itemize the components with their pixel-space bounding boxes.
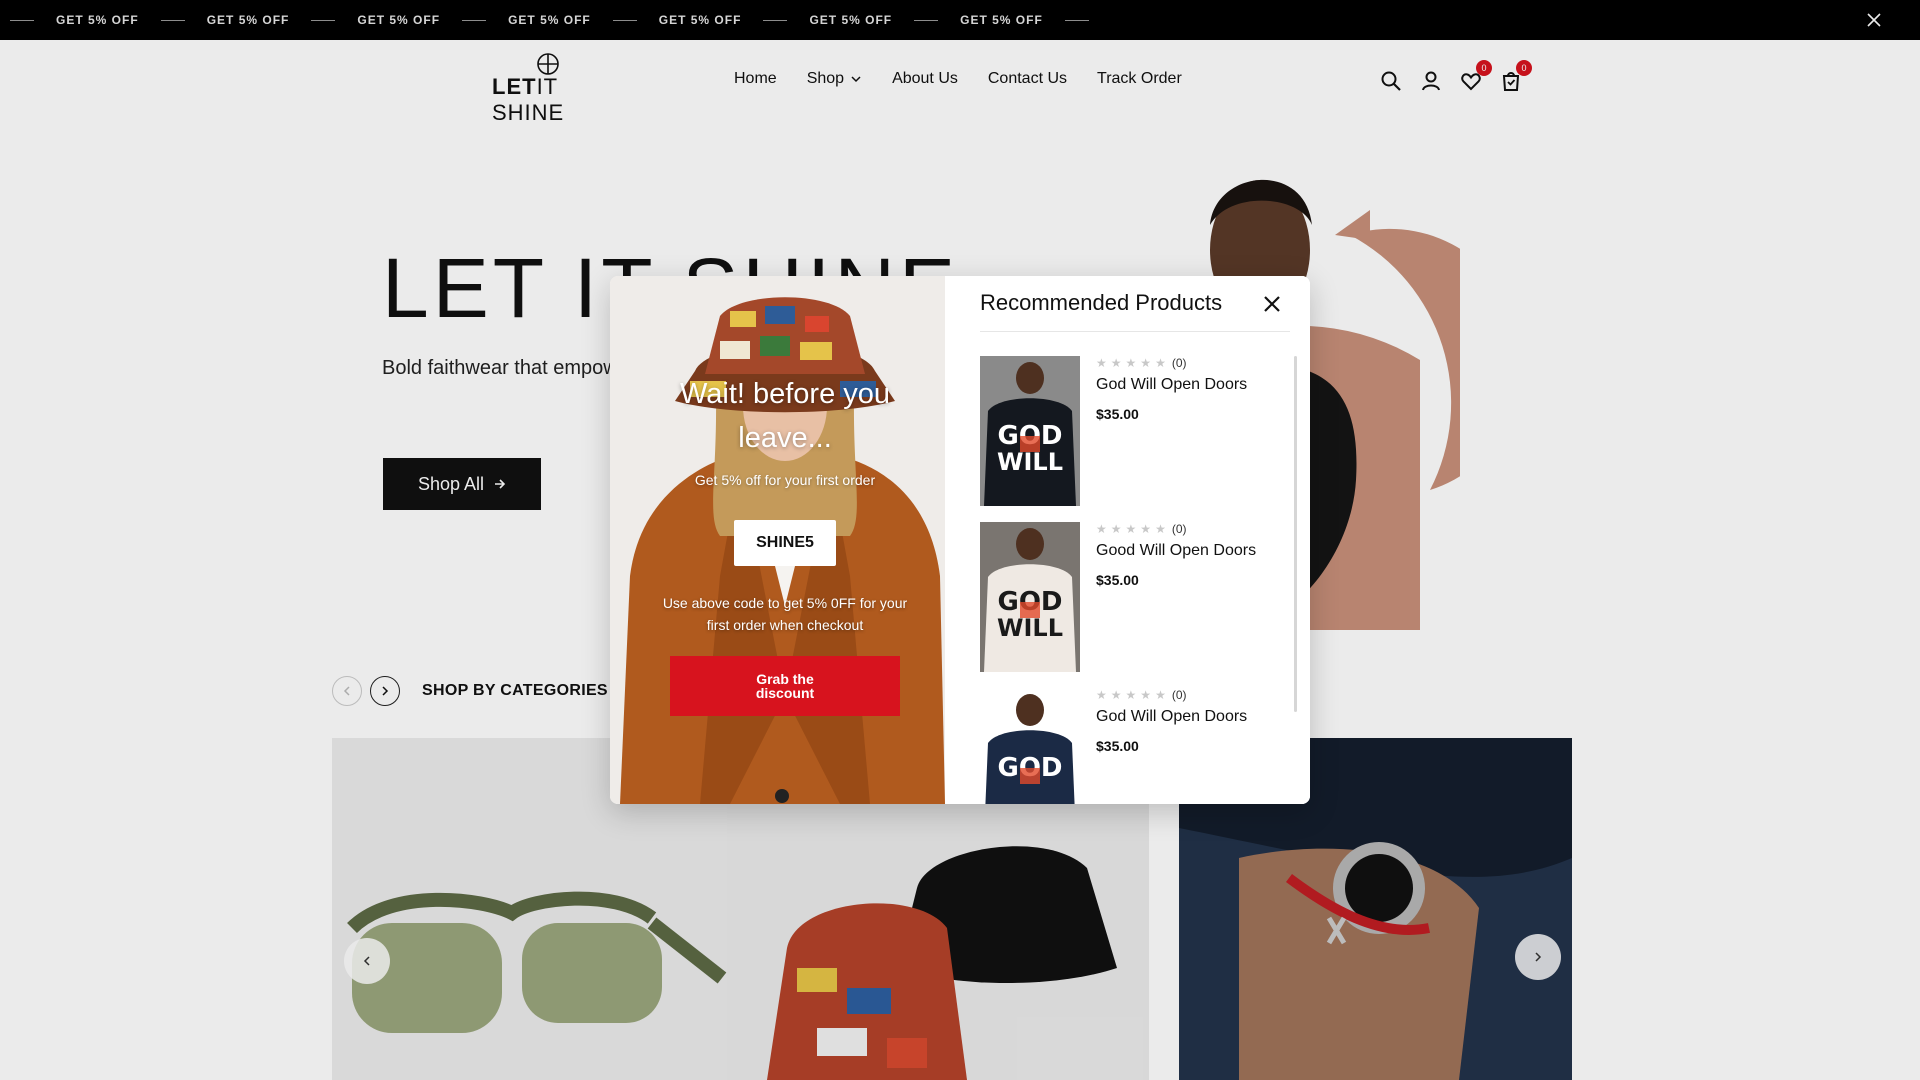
shirt-print: WILL <box>997 448 1063 476</box>
rating-count: (0) <box>1171 356 1187 370</box>
rating-stars: ★ ★ ★ ★ ★ (0) <box>1096 688 1286 702</box>
rating-stars: ★ ★ ★ ★ ★ (0) <box>1096 356 1286 370</box>
star-icon: ★ <box>1125 356 1137 370</box>
popup-offer-text: Get 5% off for your first order <box>694 472 876 488</box>
product-info: ★ ★ ★ ★ ★ (0) God Will Open Doors $35.00 <box>1096 356 1286 422</box>
popup-heading: Wait! before you leave... <box>679 378 891 454</box>
product-image: GOD <box>980 688 1080 804</box>
star-icon: ★ <box>1155 356 1166 370</box>
popup-note: Use above code to get 5% 0FF for your fi… <box>662 595 908 633</box>
product-info: ★ ★ ★ ★ ★ (0) Good Will Open Doors $35.00 <box>1096 522 1286 588</box>
star-icon: ★ <box>1096 688 1107 702</box>
star-icon: ★ <box>1110 522 1122 536</box>
recommended-panel: Recommended Products GOD WILL ★★★★★ <box>960 276 1310 804</box>
coupon-code[interactable]: SHINE5 <box>734 520 836 566</box>
rating-count: (0) <box>1171 688 1187 702</box>
star-icon: ★ <box>1140 356 1152 370</box>
product-card[interactable]: GOD WILL ★★★★★ (0) Good Will Open Doors … <box>980 522 1290 688</box>
star-icon: ★ <box>1155 688 1166 702</box>
scrollbar[interactable] <box>1294 356 1297 712</box>
star-icon: ★ <box>1140 688 1152 702</box>
star-icon: ★ <box>1096 356 1107 370</box>
product-image: GOD WILL <box>980 522 1080 672</box>
shirt-print: WILL <box>997 614 1063 642</box>
product-price: $35.00 <box>1096 738 1139 754</box>
close-icon[interactable] <box>1260 292 1284 316</box>
product-name[interactable]: God Will Open Doors <box>1096 708 1286 726</box>
recommended-list: GOD WILL ★★★★★ (0) God Will Open Doors $… <box>980 356 1290 804</box>
discount-panel: Wait! before you leave... Get 5% off for… <box>610 276 960 804</box>
star-icon: ★ <box>1110 356 1122 370</box>
product-card[interactable]: GOD WILL ★★★★★ (0) God Will Open Doors $… <box>980 356 1290 522</box>
rating-count: (0) <box>1171 522 1187 536</box>
star-icon: ★ <box>1155 522 1166 536</box>
star-icon: ★ <box>1096 522 1107 536</box>
product-name[interactable]: God Will Open Doors <box>1096 376 1286 394</box>
star-icon: ★ <box>1110 688 1122 702</box>
product-name[interactable]: Good Will Open Doors <box>1096 542 1286 560</box>
star-icon: ★ <box>1125 688 1137 702</box>
grab-discount-button[interactable]: Grab the discount <box>670 656 900 716</box>
rating-stars: ★ ★ ★ ★ ★ (0) <box>1096 522 1286 536</box>
recommended-title: Recommended Products <box>980 290 1223 315</box>
product-info: ★ ★ ★ ★ ★ (0) God Will Open Doors $35.00 <box>1096 688 1286 754</box>
product-image: GOD WILL <box>980 356 1080 506</box>
product-price: $35.00 <box>1096 572 1139 588</box>
product-card[interactable]: GOD ★★★★★ (0) God Will Open Doors $35.00 <box>980 688 1290 804</box>
star-icon: ★ <box>1125 522 1137 536</box>
star-icon: ★ <box>1140 522 1152 536</box>
discount-content: Wait! before you leave... Get 5% off for… <box>610 276 960 804</box>
exit-intent-popup: Wait! before you leave... Get 5% off for… <box>610 276 1310 804</box>
product-price: $35.00 <box>1096 406 1139 422</box>
divider <box>980 331 1290 332</box>
